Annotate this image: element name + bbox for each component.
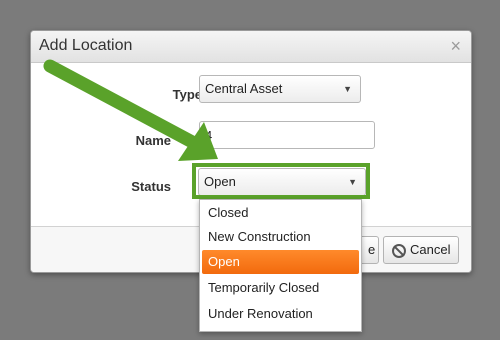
annotation-arrow-icon <box>43 59 218 161</box>
